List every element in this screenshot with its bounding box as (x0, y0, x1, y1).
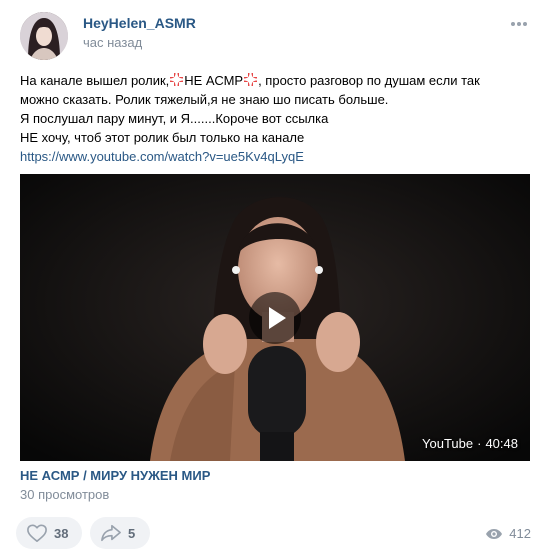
post-time[interactable]: час назад (83, 35, 142, 50)
play-button[interactable] (249, 292, 301, 344)
video-duration-badge: YouTube · 40:48 (422, 436, 518, 451)
share-button[interactable]: 5 (90, 517, 150, 549)
youtube-link[interactable]: https://www.youtube.com/watch?v=ue5Kv4qL… (20, 149, 304, 164)
views-counter: 412 (485, 526, 531, 541)
author-name[interactable]: HeyHelen_ASMR (83, 15, 196, 31)
author-avatar[interactable] (20, 12, 68, 60)
post-text-segment: НЕ АСМР (184, 73, 244, 88)
views-count: 412 (509, 526, 531, 541)
more-options-icon[interactable] (508, 17, 530, 31)
anger-symbol-icon (169, 72, 184, 87)
heart-icon (27, 524, 47, 542)
post-text-line-1: На канале вышел ролик, НЕ АСМР , просто ра… (20, 71, 530, 90)
video-source-label: YouTube (422, 436, 474, 451)
post-text-segment: , просто разговор по душам если так (258, 73, 480, 88)
post-text-line-2: можно сказать. Ролик тяжелый,я не знаю ш… (20, 92, 389, 107)
video-views: 30 просмотров (20, 487, 110, 502)
post-actions: 38 5 412 (16, 517, 531, 551)
like-button[interactable]: 38 (16, 517, 82, 549)
share-count: 5 (128, 525, 136, 541)
post-text-segment: На канале вышел ролик, (20, 73, 170, 88)
post-header: HeyHelen_ASMR час назад (20, 12, 530, 60)
like-count: 38 (54, 525, 69, 541)
separator: · (477, 436, 482, 451)
anger-symbol-icon (243, 72, 258, 87)
post-text: На канале вышел ролик, НЕ АСМР , просто ра… (20, 71, 530, 166)
post-text-line-3: Я послушал пару минут, и Я.......Короче … (20, 111, 329, 126)
wall-post: HeyHelen_ASMR час назад На канале вышел … (0, 0, 549, 559)
video-duration: 40:48 (485, 436, 518, 451)
post-text-line-4: НЕ хочу, чтоб этот ролик был только на к… (20, 130, 305, 145)
video-title[interactable]: НЕ АСМР / МИРУ НУЖЕН МИР (20, 468, 210, 483)
share-icon (101, 524, 121, 542)
play-icon (269, 307, 286, 329)
eye-icon (486, 528, 503, 539)
video-player[interactable]: YouTube · 40:48 (20, 174, 530, 461)
